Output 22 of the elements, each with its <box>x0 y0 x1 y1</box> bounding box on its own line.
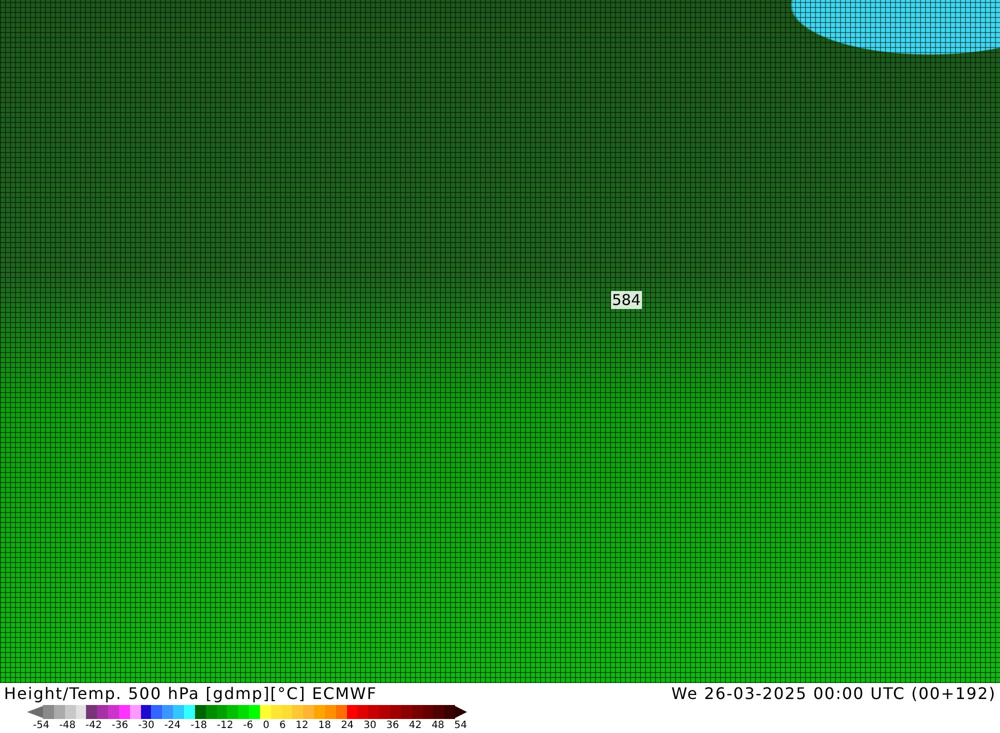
scale-label: 54 <box>454 719 467 732</box>
valid-time: We 26-03-2025 00:00 UTC (00+192) <box>671 683 996 705</box>
scale-label: 24 <box>340 719 354 732</box>
scale-label: -12 <box>216 719 234 732</box>
scale-label: -18 <box>190 719 207 732</box>
scale-label: -24 <box>164 719 181 732</box>
scale-label: 6 <box>279 719 286 732</box>
scale-label: -6 <box>243 719 254 732</box>
scale-label: -48 <box>59 719 76 732</box>
scale-label: -30 <box>138 719 154 732</box>
scale-label: 18 <box>318 719 332 732</box>
chart-title: Height/Temp. 500 hPa [gdmp][°C] ECMWF <box>4 683 378 705</box>
scale-label: -42 <box>86 719 102 732</box>
scale-label: 0 <box>263 719 270 732</box>
contour-label: 584 <box>611 291 642 309</box>
scale-label: 30 <box>364 719 376 732</box>
scale-label: -54 <box>33 719 50 732</box>
scale-label: 48 <box>432 719 444 732</box>
scale-label: -36 <box>112 719 128 732</box>
scale-label: 12 <box>296 719 308 732</box>
scale-label: 36 <box>386 719 399 732</box>
scale-label: 42 <box>408 719 422 732</box>
